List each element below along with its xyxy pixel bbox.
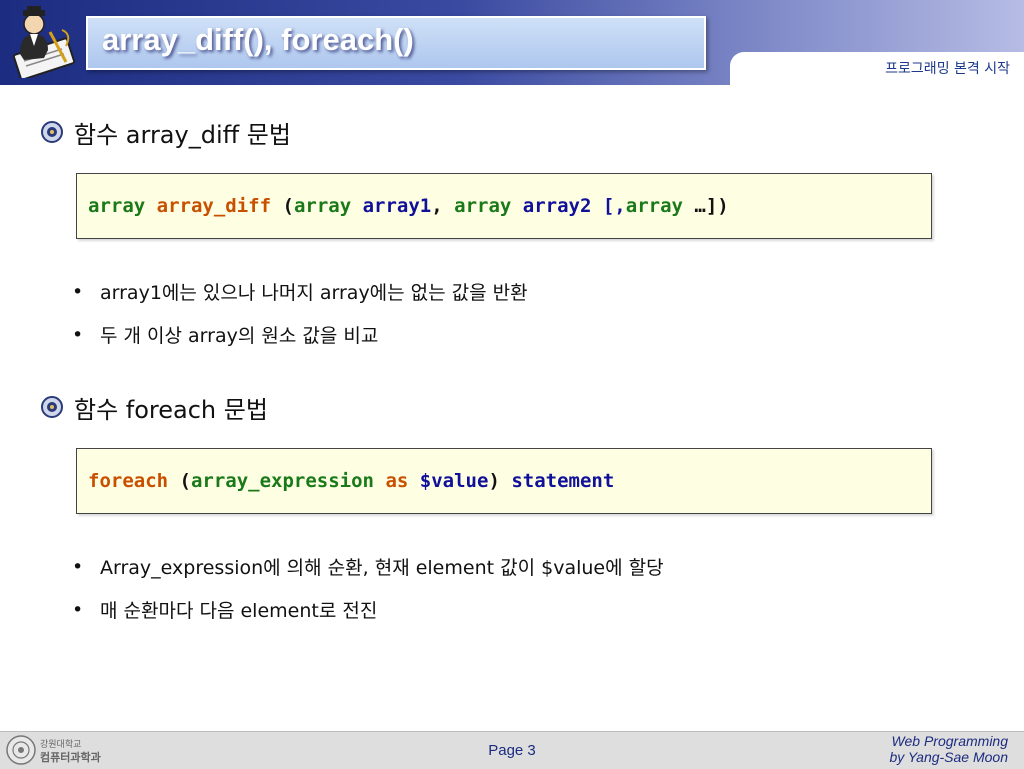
university-emblem-bullet-icon [41,396,63,418]
code-token: array_expression [190,470,374,492]
bullet-dot-icon: • [72,280,84,303]
credit-author: by Yang-Sae Moon [889,749,1008,765]
code-punct: ( [271,195,294,217]
slide-title: array_diff(), foreach() [102,22,414,57]
code-token: array2 [522,195,592,217]
code-punct: [, [591,195,626,217]
bullet-dot-icon: • [72,323,84,346]
bullet-item: • 매 순환마다 다음 element로 전진 [72,596,377,623]
code-token: foreach [88,470,169,492]
code-token: array [293,195,352,217]
university-emblem-bullet-icon [41,121,63,143]
code-token: array [625,195,683,217]
section-heading-text: 함수 array_diff 문법 [74,120,291,149]
code-token: array_diff [156,195,272,217]
code-punct: ) [488,470,512,492]
credit-course: Web Programming [891,733,1008,749]
code-punct: …]) [682,195,729,217]
section-heading-foreach: 함수 foreach 문법 [40,393,268,424]
page-number: Page 3 [488,742,536,759]
section-heading-text: 함수 foreach 문법 [74,395,268,424]
bullet-dot-icon: • [72,598,84,621]
bullet-item: • array1에는 있으나 나머지 array에는 없는 값을 반환 [72,278,528,305]
code-token: array [88,195,146,217]
code-punct: , [431,195,455,217]
bullet-text: Array_expression에 의해 순환, 현재 element 값이 $… [100,557,664,579]
code-token: array [454,195,512,217]
code-token: array1 [362,195,432,217]
code-token: $value [419,470,489,492]
code-box-array-diff: array array_diff (array array1, array ar… [76,173,932,239]
bullet-text: 두 개 이상 array의 원소 값을 비교 [100,325,379,347]
bullet-item: • Array_expression에 의해 순환, 현재 element 값이… [72,553,664,580]
code-box-foreach: foreach (array_expression as $value) sta… [76,448,932,514]
scholar-writing-logo-icon [12,6,76,78]
bullet-text: 매 순환마다 다음 element로 전진 [100,600,378,622]
code-token: statement [511,470,615,492]
course-credit: Web Programming by Yang-Sae Moon [889,733,1008,765]
slide-subtitle: 프로그래밍 본격 시작 [885,61,1010,77]
code-token: as [385,470,409,492]
bullet-text: array1에는 있으나 나머지 array에는 없는 값을 반환 [100,282,528,304]
bullet-dot-icon: • [72,555,84,578]
code-punct: ( [168,470,191,492]
section-heading-array-diff: 함수 array_diff 문법 [40,118,291,149]
bullet-item: • 두 개 이상 array의 원소 값을 비교 [72,321,378,348]
